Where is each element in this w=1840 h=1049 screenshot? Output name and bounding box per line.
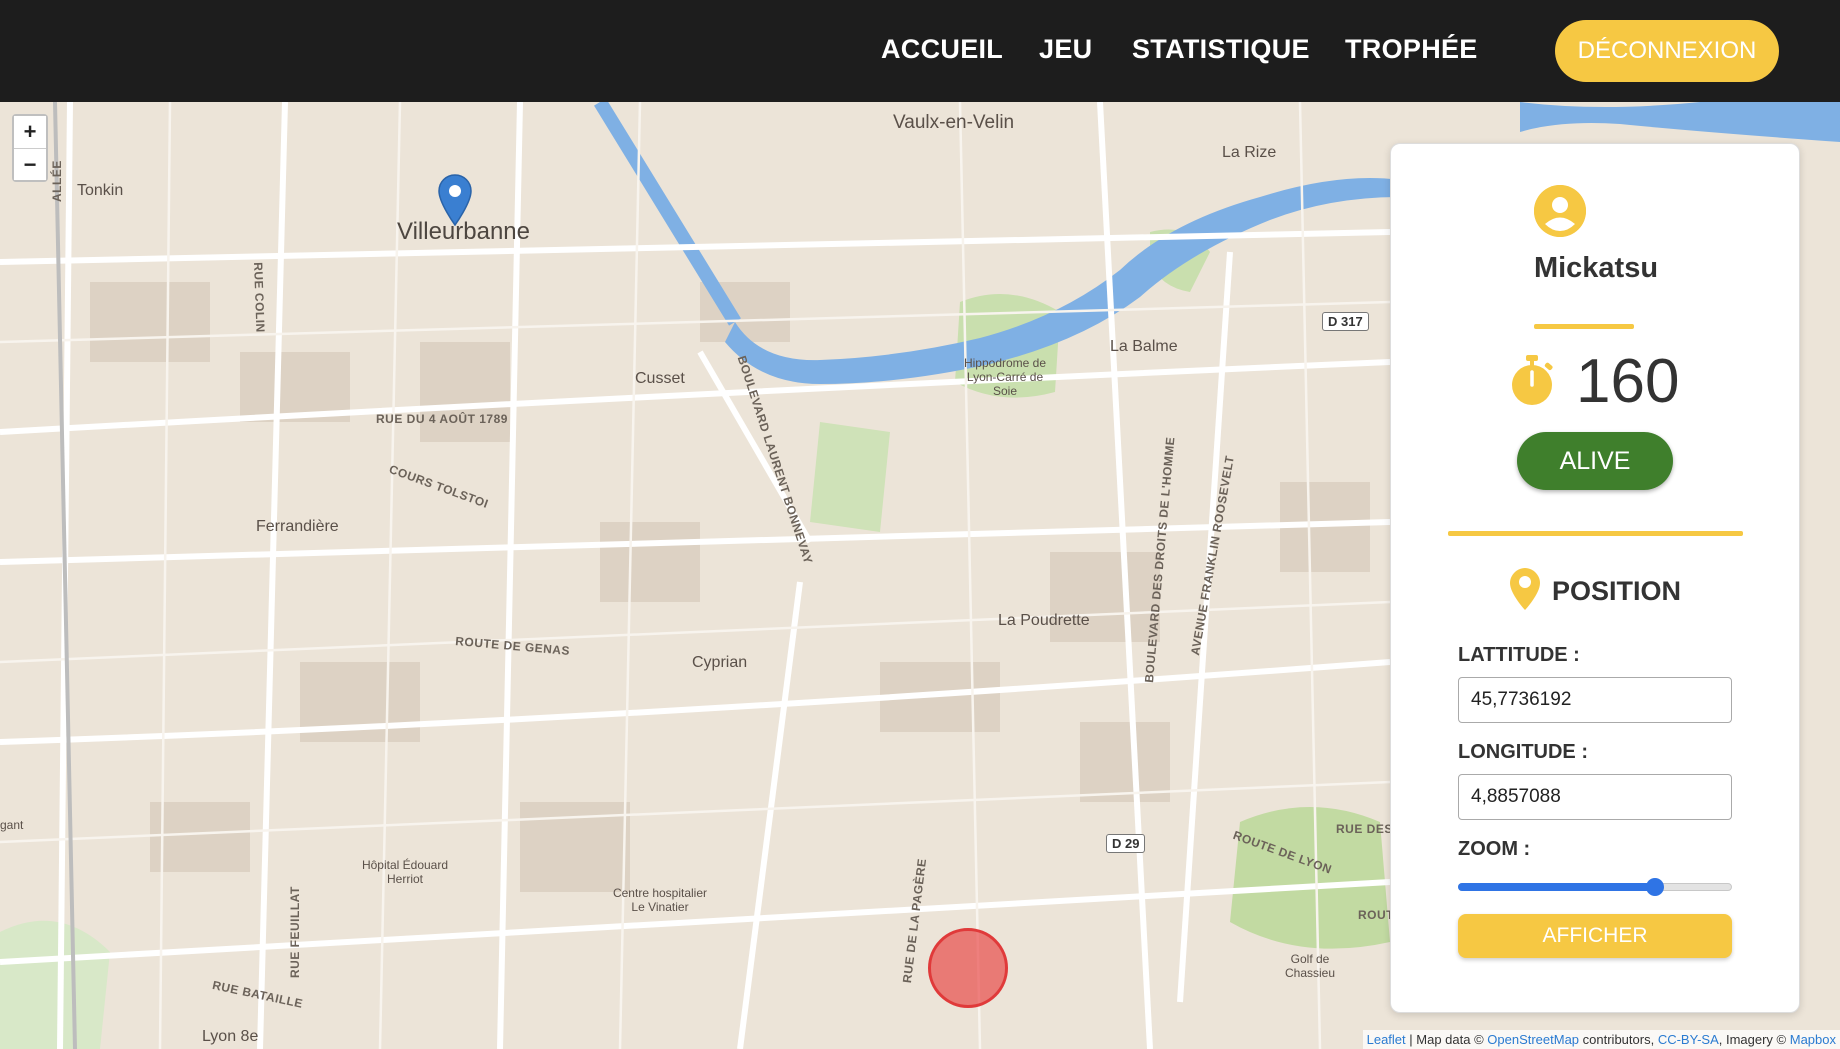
nav-trophee[interactable]: TROPHÉE	[1345, 34, 1478, 65]
zoom-in-button[interactable]: +	[14, 116, 46, 148]
place-gant: gant	[0, 818, 24, 832]
slider-fill	[1458, 883, 1656, 891]
osm-link[interactable]: OpenStreetMap	[1487, 1032, 1579, 1047]
place-hopital: Hôpital Édouard Herriot	[361, 858, 449, 886]
map-attribution: Leaflet | Map data © OpenStreetMap contr…	[1362, 1030, 1840, 1049]
player-panel: Mickatsu 160 ALIVE POSITION LATTITUDE : …	[1390, 143, 1800, 1013]
leaflet-link[interactable]: Leaflet	[1367, 1032, 1406, 1047]
place-ferrandiere: Ferrandière	[256, 518, 339, 535]
place-vaulx: Vaulx-en-Velin	[893, 112, 1015, 133]
zoom-slider[interactable]	[1458, 874, 1732, 898]
zoom-label: ZOOM :	[1458, 838, 1531, 860]
timer-value: 160	[1576, 347, 1680, 416]
status-badge: ALIVE	[1517, 432, 1673, 490]
mapbox-link[interactable]: Mapbox	[1790, 1032, 1836, 1047]
place-tonkin: Tonkin	[77, 182, 124, 199]
place-hippodrome: Hippodrome de Lyon-Carré de Soie	[963, 356, 1047, 398]
zoom-out-button[interactable]: −	[14, 148, 46, 180]
longitude-label: LONGITUDE :	[1458, 741, 1588, 763]
attribution-text-3: , Imagery ©	[1718, 1032, 1790, 1047]
nav-jeu[interactable]: JEU	[1039, 34, 1092, 65]
divider	[1448, 531, 1743, 536]
attribution-text-2: contributors,	[1579, 1032, 1658, 1047]
street-rue-4-aout: RUE DU 4 AOÛT 1789	[376, 412, 508, 426]
user-circle-icon	[1534, 185, 1586, 237]
stopwatch-icon	[1512, 355, 1553, 405]
street-rue-colin: RUE COLIN	[251, 262, 268, 333]
street-rue-feuillat: RUE FEUILLAT	[288, 886, 302, 978]
slider-thumb[interactable]	[1646, 878, 1665, 896]
latitude-label: LATTITUDE :	[1458, 644, 1580, 666]
position-title: POSITION	[1552, 576, 1682, 606]
username: Mickatsu	[1533, 252, 1659, 284]
nav-statistique[interactable]: STATISTIQUE	[1132, 34, 1310, 65]
map-pin-icon	[1510, 568, 1540, 610]
street-rue-des: RUE DES	[1336, 822, 1393, 836]
latitude-input[interactable]	[1458, 677, 1732, 723]
nav-accueil[interactable]: ACCUEIL	[881, 34, 1003, 65]
place-golf: Golf de Chassieu	[1284, 952, 1336, 980]
top-navbar: ACCUEIL JEU STATISTIQUE TROPHÉE DÉCONNEX…	[0, 0, 1840, 102]
place-la-balme: La Balme	[1110, 338, 1178, 355]
road-shield-d317: D 317	[1322, 312, 1369, 331]
map-marker-icon[interactable]	[438, 174, 472, 226]
zoom-control: + −	[12, 114, 48, 182]
place-lyon-8e: Lyon 8e	[202, 1028, 259, 1045]
longitude-input[interactable]	[1458, 774, 1732, 820]
place-centre-hospitalier: Centre hospitalier Le Vinatier	[612, 886, 708, 914]
place-la-rize: La Rize	[1222, 144, 1277, 161]
target-zone-circle[interactable]	[928, 928, 1008, 1008]
place-la-poudrette: La Poudrette	[998, 612, 1090, 629]
show-button[interactable]: AFFICHER	[1458, 914, 1732, 958]
road-shield-d29: D 29	[1106, 834, 1146, 853]
attribution-text-1: | Map data ©	[1405, 1032, 1488, 1047]
cc-by-sa-link[interactable]: CC-BY-SA	[1658, 1032, 1719, 1047]
street-allee: ALLÉE	[50, 160, 64, 202]
place-cusset: Cusset	[635, 370, 685, 387]
place-cyprian: Cyprian	[692, 654, 748, 671]
divider	[1534, 324, 1634, 329]
logout-button[interactable]: DÉCONNEXION	[1555, 20, 1779, 82]
street-rout: ROUT	[1358, 908, 1394, 922]
